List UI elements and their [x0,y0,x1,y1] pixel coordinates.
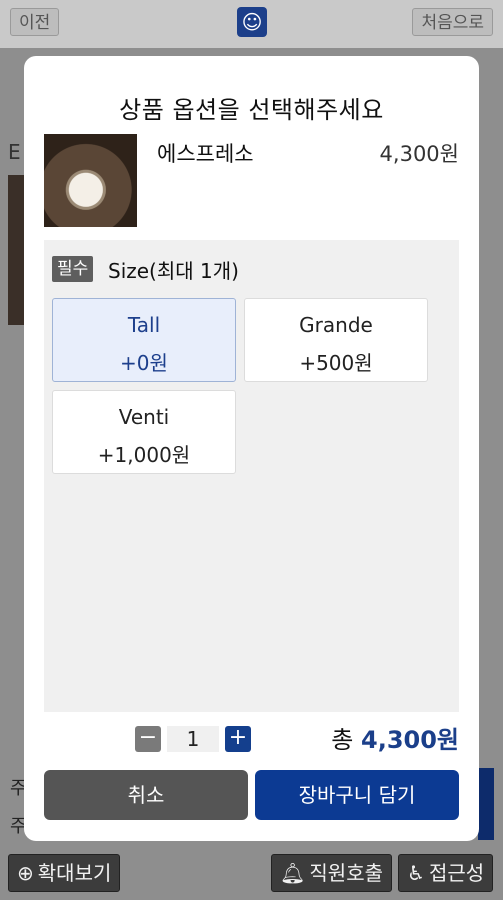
options-panel: 필수 Size(최대 1개) Tall +0원 Grande +500원 Ven… [44,240,459,712]
product-price: 4,300원 [379,142,459,166]
prev-button[interactable]: 이전 [10,8,60,36]
option-tall[interactable]: Tall +0원 [52,298,236,382]
call-staff-label: 직원호출 [309,861,383,885]
option-price: +500원 [299,351,373,375]
background-image [8,175,24,325]
wheelchair-icon: ♿︎ [407,861,425,885]
call-staff-button[interactable]: 🔔︎ 직원호출 [271,854,392,892]
top-bar: 이전 ☺ 처음으로 [0,0,503,48]
zoom-label: 확대보기 [37,861,112,885]
modal-title: 상품 옵션을 선택해주세요 [119,96,384,124]
option-name: Grande [299,313,373,337]
product-name: 에스프레소 [157,142,254,166]
bell-icon: 🔔︎ [280,861,306,885]
add-to-cart-button[interactable]: 장바구니 담기 [255,770,459,820]
product-image [44,134,137,227]
option-price: +0원 [120,351,168,375]
home-button[interactable]: 처음으로 [412,8,493,36]
option-venti[interactable]: Venti +1,000원 [52,390,236,474]
option-name: Tall [127,313,161,337]
quantity-minus-button[interactable]: − [135,726,161,752]
background-button [478,768,494,840]
cancel-button[interactable]: 취소 [44,770,248,820]
option-price: +1,000원 [97,443,191,467]
option-name: Venti [118,405,170,429]
magnifier-icon: ⊕ [17,861,34,885]
accessibility-label: 접근성 [428,861,485,885]
total-label: 총 [331,726,354,754]
background-text: E [8,140,21,164]
total-price: 총 4,300원 [331,720,459,755]
quantity-value: 1 [167,726,219,752]
total-amount: 4,300원 [361,726,459,754]
smile-logo-icon: ☺ [237,7,267,37]
zoom-button[interactable]: ⊕ 확대보기 [8,854,121,892]
quantity-plus-button[interactable]: + [225,726,251,752]
required-badge: 필수 [52,256,94,282]
option-group-title: Size(최대 1개) [108,259,239,283]
option-modal: 상품 옵션을 선택해주세요 에스프레소 4,300원 필수 Size(최대 1개… [24,56,479,841]
option-grande[interactable]: Grande +500원 [244,298,428,382]
accessibility-button[interactable]: ♿︎ 접근성 [398,854,494,892]
bottom-bar: ⊕ 확대보기 🔔︎ 직원호출 ♿︎ 접근성 [0,848,503,900]
